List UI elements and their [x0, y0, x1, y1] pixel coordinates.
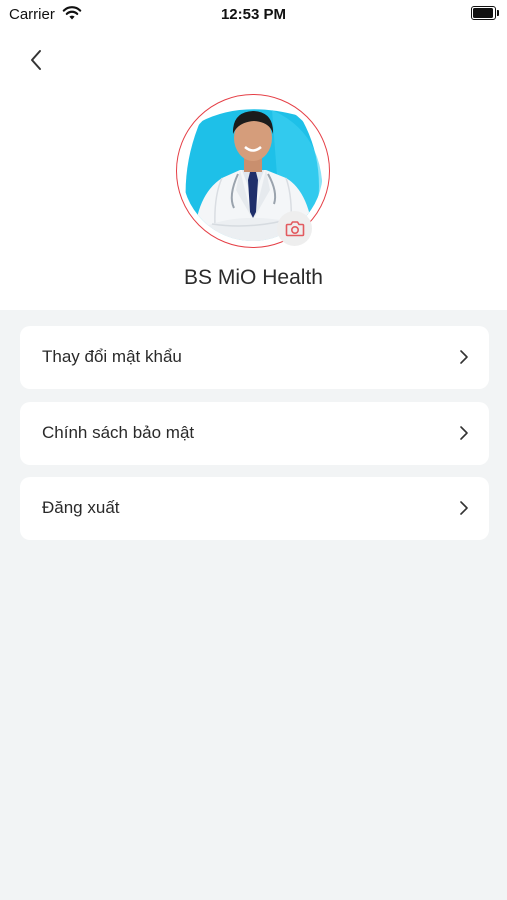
logout-item[interactable]: Đăng xuất	[20, 477, 489, 540]
status-bar: Carrier 12:53 PM	[0, 0, 507, 28]
chevron-right-icon	[460, 426, 468, 440]
profile-name: BS MiO Health	[184, 266, 323, 289]
chevron-right-icon	[460, 501, 468, 515]
privacy-policy-item[interactable]: Chính sách bảo mật	[20, 402, 489, 465]
change-avatar-button[interactable]	[277, 211, 312, 246]
profile-header: Carrier 12:53 PM BS MiO Health	[0, 0, 507, 310]
chevron-left-icon	[31, 50, 41, 70]
back-button[interactable]	[20, 44, 52, 76]
menu-item-label: Chính sách bảo mật	[42, 423, 195, 442]
status-time: 12:53 PM	[220, 6, 287, 23]
camera-icon	[285, 221, 304, 237]
change-password-item[interactable]: Thay đổi mật khẩu	[20, 326, 489, 389]
menu-item-label: Thay đổi mật khẩu	[42, 347, 182, 366]
menu-item-label: Đăng xuất	[42, 498, 120, 517]
chevron-right-icon	[460, 350, 468, 364]
battery-icon	[471, 6, 499, 20]
